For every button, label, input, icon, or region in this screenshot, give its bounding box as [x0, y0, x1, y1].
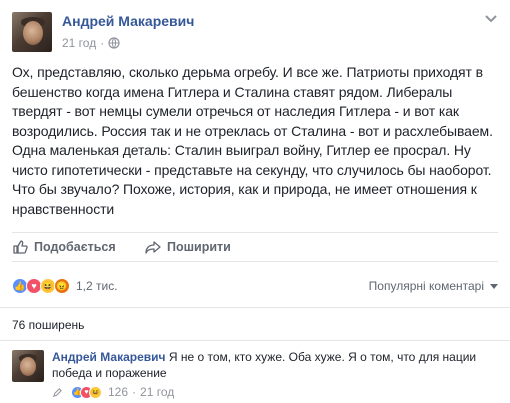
sort-label: Популярні коментарі [368, 279, 484, 293]
chevron-down-icon[interactable] [484, 14, 498, 24]
haha-reaction-icon: 😆 [89, 385, 102, 399]
avatar-face [23, 21, 43, 45]
share-arrow-icon [145, 241, 161, 254]
comment-author-name[interactable]: Андрей Макаревич [52, 350, 165, 364]
divider [0, 307, 510, 308]
comment-author-avatar[interactable] [12, 350, 44, 382]
post-author-name[interactable]: Андрей Макаревич [62, 13, 194, 29]
post-action-bar: Подобається Поширити [12, 232, 498, 262]
post-text: Ох, представляю, сколько дерьма огребу. … [12, 64, 493, 217]
caret-down-icon [490, 283, 498, 289]
like-label: Подобається [34, 240, 116, 254]
angry-reaction-icon: 😠 [54, 278, 70, 294]
thumbs-up-icon [13, 240, 28, 254]
comment-meta: 👍 ♥ 😆 126 · 21 год [52, 384, 174, 400]
shares-count[interactable]: 76 поширень [12, 318, 84, 332]
reactions-row: 👍 ♥ 😆 😠 1,2 тис. Популярні коментарі [12, 278, 498, 294]
reaction-count[interactable]: 1,2 тис. [76, 279, 118, 293]
like-button[interactable]: Подобається [12, 233, 116, 261]
share-button[interactable]: Поширити [145, 233, 231, 261]
comment-sort-dropdown[interactable]: Популярні коментарі [369, 279, 498, 293]
reaction-icons[interactable]: 👍 ♥ 😆 😠 [12, 278, 70, 294]
comment-reaction-icons[interactable]: 👍 ♥ 😆 [71, 385, 102, 399]
comment-reaction-count[interactable]: 126 [108, 385, 128, 399]
pencil-icon[interactable] [52, 387, 63, 398]
post-meta: 21 год · [62, 36, 120, 50]
comment-time[interactable]: 21 год [140, 385, 174, 399]
divider [0, 340, 510, 341]
post-author-avatar[interactable] [12, 12, 52, 52]
meta-separator: · [132, 385, 137, 399]
post-time[interactable]: 21 год [62, 36, 96, 50]
avatar-face [20, 357, 36, 376]
comment-body: Андрей Макаревич Я не о том, кто хуже. О… [52, 350, 500, 381]
globe-icon[interactable] [108, 37, 120, 49]
meta-separator: · [100, 36, 105, 50]
share-label: Поширити [167, 240, 231, 254]
